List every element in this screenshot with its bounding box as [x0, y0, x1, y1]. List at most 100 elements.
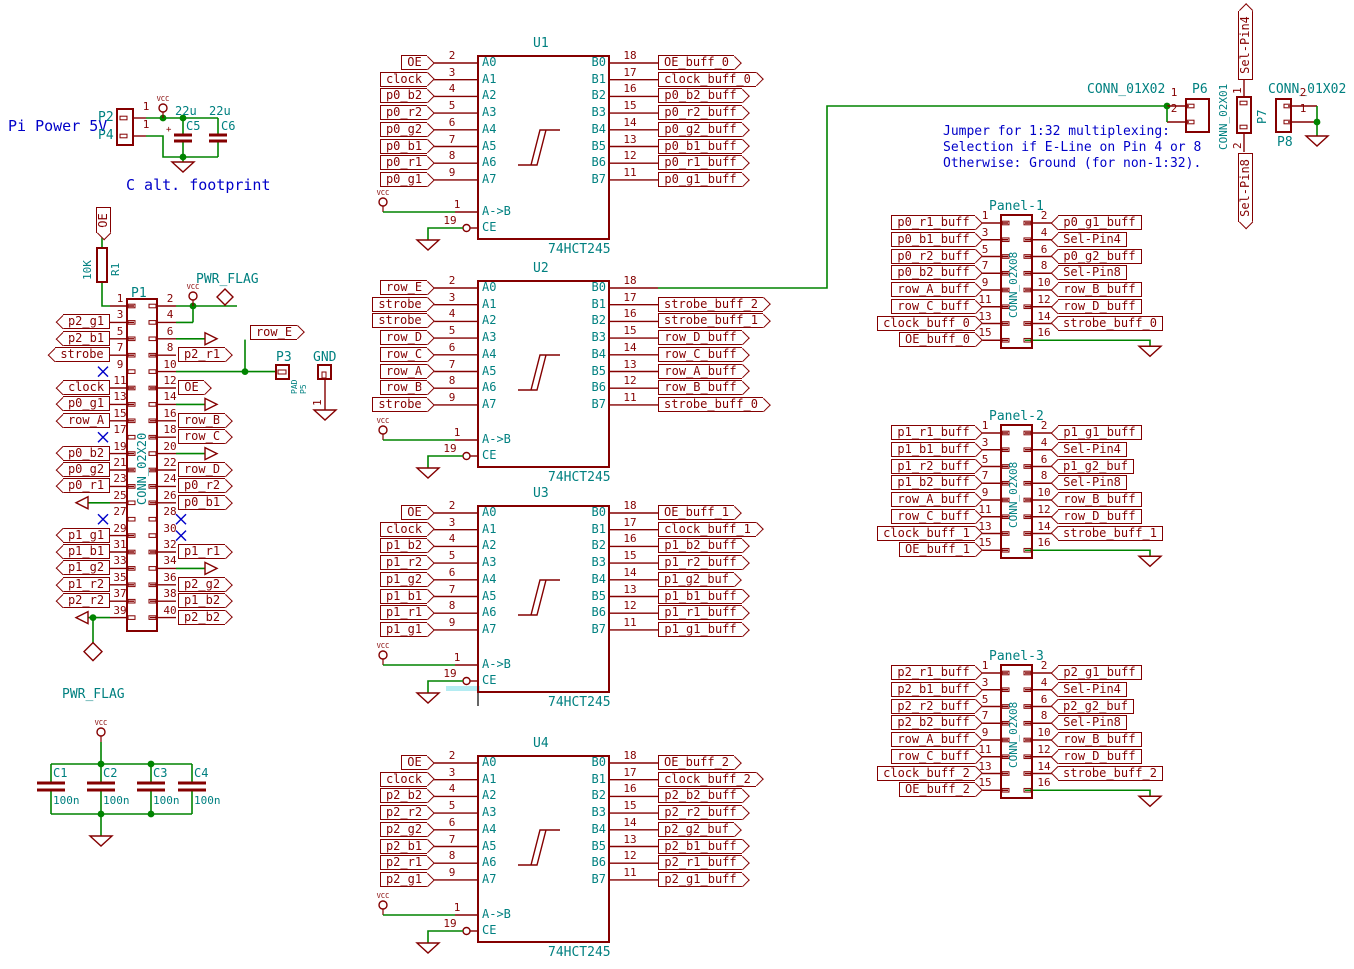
net-label-clock_buff_2[interactable]: clock_buff_2 — [658, 772, 756, 787]
net-label-p1_g1_buff[interactable]: p1_g1_buff — [658, 622, 742, 637]
net-label-p2_g2_buf[interactable]: p2_g2_buf — [658, 822, 734, 837]
net-label-p0_r1_buff[interactable]: p0_r1_buff — [658, 155, 742, 170]
connector-part-P6[interactable]: CONN_01X02 — [1087, 83, 1165, 97]
net-label-OE-vertical[interactable]: OE — [94, 207, 111, 233]
pwr-flag-label[interactable]: PWR_FLAG — [62, 688, 125, 702]
net-label-p1_r1[interactable]: p1_r1 — [178, 544, 225, 559]
net-label-p2_g2[interactable]: p2_g2 — [380, 822, 427, 837]
pwr-flag-label[interactable]: PWR_FLAG — [196, 273, 259, 287]
net-label-p1_b2[interactable]: p1_b2 — [380, 538, 427, 553]
connector-P2-P4[interactable] — [116, 108, 134, 146]
net-label-p1_b1[interactable]: p1_b1 — [380, 589, 427, 604]
note-jumper-line2[interactable]: Selection if E-Line on Pin 4 or 8 — [943, 140, 1201, 155]
pad-P5[interactable] — [317, 364, 332, 380]
net-label-p0_b1[interactable]: p0_b1 — [380, 139, 427, 154]
note-jumper-line1[interactable]: Jumper for 1:32 multiplexing: — [943, 124, 1170, 139]
net-label-OE_buff_2[interactable]: OE_buff_2 — [899, 782, 975, 797]
connector-P6[interactable] — [1185, 98, 1210, 133]
net-label-strobe[interactable]: strobe — [372, 397, 427, 412]
net-label-p2_b1[interactable]: p2_b1 — [63, 331, 110, 346]
net-label-p0_g1_buff[interactable]: p0_g1_buff — [658, 172, 742, 187]
net-label-p2_b1_buff[interactable]: p2_b1_buff — [658, 839, 742, 854]
note-pi-power[interactable]: Pi Power 5V — [8, 117, 107, 135]
ic-value-U2[interactable]: 74HCT245 — [548, 471, 611, 485]
cap-value-C5[interactable]: 22u — [175, 105, 197, 118]
net-label-p0_b1_buff[interactable]: p0_b1_buff — [658, 139, 742, 154]
net-label-clock[interactable]: clock — [380, 72, 427, 87]
ic-ref-U1[interactable]: U1 — [533, 37, 549, 51]
note-jumper-line3[interactable]: Otherwise: Ground (for non-1:32). — [943, 156, 1201, 171]
cap-value-C1[interactable]: 100n — [53, 795, 80, 807]
net-label-p1_b2[interactable]: p1_b2 — [178, 593, 225, 608]
net-label-p0_b1[interactable]: p0_b1 — [178, 495, 225, 510]
net-label-p0_b2[interactable]: p0_b2 — [380, 88, 427, 103]
net-label-strobe_buff_2[interactable]: strobe_buff_2 — [658, 297, 763, 312]
net-label-row_A_buff[interactable]: row_A_buff — [891, 282, 975, 297]
ic-ref-U3[interactable]: U3 — [533, 487, 549, 501]
net-label-p0_r1[interactable]: p0_r1 — [63, 478, 110, 493]
cap-value-C2[interactable]: 100n — [103, 795, 130, 807]
net-label-strobe_buff_0[interactable]: strobe_buff_0 — [1058, 316, 1163, 331]
net-label-p0_g1[interactable]: p0_g1 — [380, 172, 427, 187]
net-label-Sel-Pin4[interactable]: Sel-Pin4 — [1058, 442, 1127, 457]
net-label-p0_r2_buff[interactable]: p0_r2_buff — [891, 249, 975, 264]
cap-ref-C5[interactable]: C5 — [186, 120, 200, 133]
pad-ref-P3[interactable]: P3 — [276, 351, 292, 365]
net-label-p0_b2[interactable]: p0_b2 — [63, 446, 110, 461]
cap-value-C3[interactable]: 100n — [153, 795, 180, 807]
net-label-p0_r2[interactable]: p0_r2 — [178, 478, 225, 493]
net-label-Sel-Pin4-vertical[interactable]: Sel-Pin4 — [1236, 11, 1253, 80]
net-label-row_C_buff[interactable]: row_C_buff — [891, 299, 975, 314]
net-label-OE_buff_1[interactable]: OE_buff_1 — [658, 505, 734, 520]
net-label-clock_buff_0[interactable]: clock_buff_0 — [658, 72, 756, 87]
net-label-p0_b2_buff[interactable]: p0_b2_buff — [891, 265, 975, 280]
net-label-Sel-Pin8[interactable]: Sel-Pin8 — [1058, 475, 1127, 490]
net-label-p0_b2_buff[interactable]: p0_b2_buff — [658, 88, 742, 103]
net-label-p2_r2[interactable]: p2_r2 — [63, 593, 110, 608]
net-label-strobe[interactable]: strobe — [55, 347, 110, 362]
cap-ref-C2[interactable]: C2 — [103, 767, 117, 780]
net-label-p0_g2[interactable]: p0_g2 — [63, 462, 110, 477]
ic-value-U1[interactable]: 74HCT245 — [548, 243, 611, 257]
cap-ref-C1[interactable]: C1 — [53, 767, 67, 780]
net-label-row_A[interactable]: row_A — [63, 413, 110, 428]
net-label-row_B[interactable]: row_B — [380, 380, 427, 395]
net-label-row_C_buff[interactable]: row_C_buff — [658, 347, 742, 362]
net-label-row_B_buff[interactable]: row_B_buff — [658, 380, 742, 395]
net-label-OE_buff_1[interactable]: OE_buff_1 — [899, 542, 975, 557]
net-label-p2_r2_buff[interactable]: p2_r2_buff — [658, 805, 742, 820]
net-label-p1_g1[interactable]: p1_g1 — [63, 528, 110, 543]
net-label-p1_g2[interactable]: p1_g2 — [63, 560, 110, 575]
net-label-row_C[interactable]: row_C — [178, 429, 225, 444]
net-label-row_D[interactable]: row_D — [380, 330, 427, 345]
ic-ref-U2[interactable]: U2 — [533, 262, 549, 276]
connector-ref-P2[interactable]: P2 — [98, 111, 114, 125]
net-label-clock[interactable]: clock — [380, 772, 427, 787]
net-label-p2_r1_buff[interactable]: p2_r1_buff — [658, 855, 742, 870]
net-label-OE[interactable]: OE — [401, 55, 427, 70]
net-label-strobe[interactable]: strobe — [372, 297, 427, 312]
net-label-row_D_buff[interactable]: row_D_buff — [658, 330, 742, 345]
net-label-p1_r2[interactable]: p1_r2 — [63, 577, 110, 592]
net-label-p1_r2_buff[interactable]: p1_r2_buff — [658, 555, 742, 570]
net-label-p2_r1_buff[interactable]: p2_r1_buff — [891, 665, 975, 680]
net-label-p1_b2_buff[interactable]: p1_b2_buff — [658, 538, 742, 553]
net-label-row_D_buff[interactable]: row_D_buff — [1058, 749, 1142, 764]
ic-ref-U4[interactable]: U4 — [533, 737, 549, 751]
net-label-p0_g2_buff[interactable]: p0_g2_buff — [1058, 249, 1142, 264]
net-label-p1_g2[interactable]: p1_g2 — [380, 572, 427, 587]
net-label-p2_b2[interactable]: p2_b2 — [380, 788, 427, 803]
net-label-row_B[interactable]: row_B — [178, 413, 225, 428]
net-label-row_A_buff[interactable]: row_A_buff — [891, 492, 975, 507]
pad-P3[interactable] — [275, 364, 290, 380]
net-label-p2_b2_buff[interactable]: p2_b2_buff — [891, 715, 975, 730]
connector-P7[interactable] — [1236, 96, 1252, 134]
net-label-p0_r1[interactable]: p0_r1 — [380, 155, 427, 170]
net-label-row_A[interactable]: row_A — [380, 364, 427, 379]
net-label-p2_g2_buf[interactable]: p2_g2_buf — [1058, 699, 1134, 714]
net-label-strobe_buff_1[interactable]: strobe_buff_1 — [658, 313, 763, 328]
net-label-row_B_buff[interactable]: row_B_buff — [1058, 492, 1142, 507]
net-label-strobe_buff_0[interactable]: strobe_buff_0 — [658, 397, 763, 412]
net-label-p0_r1_buff[interactable]: p0_r1_buff — [891, 215, 975, 230]
net-label-clock_buff_1[interactable]: clock_buff_1 — [877, 526, 975, 541]
